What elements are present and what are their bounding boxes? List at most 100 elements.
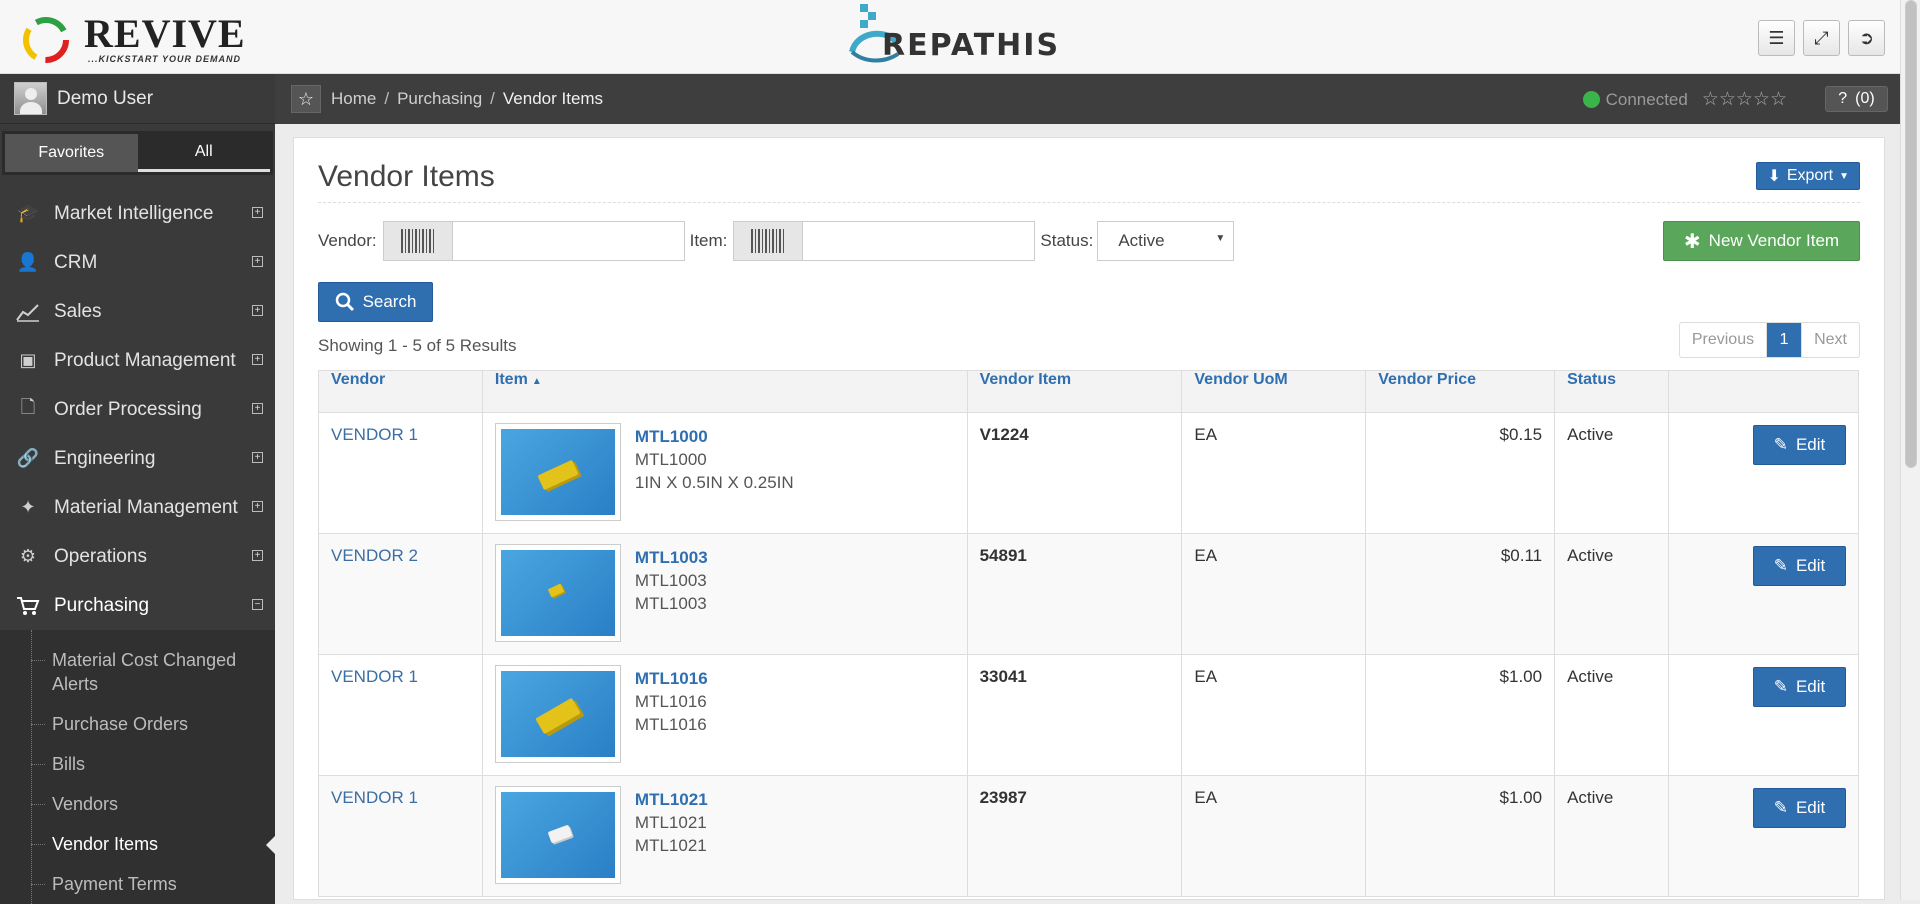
search-icon bbox=[335, 292, 354, 312]
new-vendor-item-button[interactable]: ✱ New Vendor Item bbox=[1663, 221, 1860, 261]
user-profile[interactable]: Demo User bbox=[0, 74, 275, 124]
sidebar-item-material-management[interactable]: ✦ Material Management + bbox=[0, 483, 275, 532]
status-filter-label: Status: bbox=[1040, 231, 1094, 250]
sidebar-item-crm[interactable]: 👤 CRM + bbox=[0, 238, 275, 287]
status-select[interactable]: Active ▼ bbox=[1097, 221, 1235, 261]
logout-button[interactable]: ➲ bbox=[1848, 20, 1885, 56]
vendor-barcode-button[interactable] bbox=[382, 221, 453, 261]
vendor-price: $0.11 bbox=[1500, 546, 1543, 565]
sidebar-item-payment-terms[interactable]: Payment Terms bbox=[0, 864, 275, 904]
item-thumbnail[interactable] bbox=[494, 786, 621, 884]
expand-icon[interactable]: + bbox=[252, 550, 263, 561]
item-barcode-button[interactable] bbox=[733, 221, 804, 261]
asterisk-icon: ✱ bbox=[1683, 230, 1701, 253]
sidebar-item-operations[interactable]: ⚙ Operations + bbox=[0, 532, 275, 581]
caret-down-icon: ▼ bbox=[1215, 233, 1226, 244]
item-name: MTL1000 bbox=[634, 450, 707, 469]
menu-button[interactable]: ☰ bbox=[1758, 20, 1795, 56]
item-filter-label: Item: bbox=[689, 231, 728, 250]
sidebar-item-vendors[interactable]: Vendors bbox=[0, 784, 275, 824]
expand-icon[interactable]: + bbox=[252, 256, 263, 267]
sort-ascending-icon: ▲ bbox=[531, 376, 542, 387]
sidebar-item-sales[interactable]: Sales + bbox=[0, 287, 275, 336]
rating-stars-icon[interactable]: ☆☆☆☆☆ bbox=[1702, 88, 1787, 111]
edit-button[interactable]: ✎ Edit bbox=[1753, 546, 1846, 586]
fullscreen-button[interactable]: ⤢ bbox=[1803, 20, 1840, 56]
edit-button[interactable]: ✎ Edit bbox=[1753, 425, 1846, 465]
item-code-link[interactable]: MTL1016 bbox=[635, 667, 708, 690]
item-thumbnail[interactable] bbox=[494, 665, 621, 763]
edit-button[interactable]: ✎ Edit bbox=[1753, 788, 1846, 828]
item-code-link[interactable]: MTL1021 bbox=[635, 788, 708, 811]
sidebar-item-material-cost-changed-alerts[interactable]: Material Cost Changed Alerts bbox=[0, 640, 275, 704]
sidebar-item-vendor-items[interactable]: Vendor Items bbox=[0, 824, 275, 864]
top-header: REVIVE ...KICKSTART YOUR DEMAND REPATHIS… bbox=[0, 0, 1900, 74]
sidebar-item-purchasing[interactable]: Purchasing − bbox=[0, 581, 275, 630]
page-1-button[interactable]: 1 bbox=[1767, 323, 1802, 357]
page-title: Vendor Items bbox=[318, 160, 495, 193]
sidebar-item-product-management[interactable]: ▣ Product Management + bbox=[0, 336, 275, 385]
vendor-uom: EA bbox=[1194, 425, 1218, 444]
expand-icon[interactable]: + bbox=[252, 305, 263, 316]
search-button[interactable]: Search bbox=[318, 282, 433, 322]
vendor-price: $0.15 bbox=[1499, 425, 1543, 444]
sidebar-item-market-intelligence[interactable]: 🎓 Market Intelligence + bbox=[0, 189, 275, 238]
sidebar-tabs: Favorites All bbox=[2, 131, 273, 175]
previous-page-button[interactable]: Previous bbox=[1680, 323, 1768, 357]
results-count: Showing 1 - 5 of 5 Results bbox=[318, 336, 517, 355]
item-code-link[interactable]: MTL1003 bbox=[635, 546, 708, 569]
column-header-item[interactable]: Item ▲ bbox=[481, 370, 968, 413]
item-input[interactable] bbox=[803, 221, 1036, 261]
column-header-vendor-uom[interactable]: Vendor UoM bbox=[1181, 370, 1367, 413]
column-header-label: Vendor Item bbox=[979, 371, 1072, 388]
line-chart-icon bbox=[14, 301, 42, 323]
item-thumbnail[interactable] bbox=[494, 423, 621, 521]
item-code-link[interactable]: MTL1000 bbox=[635, 425, 794, 448]
vendor-input[interactable] bbox=[452, 221, 685, 261]
item-image bbox=[500, 550, 615, 636]
vendor-link[interactable]: VENDOR 1 bbox=[331, 667, 418, 686]
expand-icon[interactable]: + bbox=[252, 452, 263, 463]
sidebar-item-order-processing[interactable]: 🗋 Order Processing + bbox=[0, 385, 275, 434]
breadcrumb-home[interactable]: Home bbox=[331, 89, 376, 109]
table-row: VENDOR 1 MTL1000 MTL1000 1IN X 0.5IN X 0… bbox=[318, 412, 1859, 534]
expand-icon[interactable]: + bbox=[252, 403, 263, 414]
edit-button[interactable]: ✎ Edit bbox=[1753, 667, 1846, 707]
sidebar-item-engineering[interactable]: 🔗 Engineering + bbox=[0, 434, 275, 483]
help-button[interactable]: ? (0) bbox=[1825, 86, 1888, 112]
favorite-star-button[interactable]: ☆ bbox=[291, 85, 321, 113]
export-button[interactable]: ⬇ Export ▼ bbox=[1756, 162, 1860, 190]
barcode-icon bbox=[400, 229, 435, 253]
expand-icon[interactable]: + bbox=[252, 354, 263, 365]
collapse-icon[interactable]: − bbox=[252, 599, 263, 610]
column-header-label: Item bbox=[494, 371, 528, 388]
vendor-link[interactable]: VENDOR 1 bbox=[331, 425, 418, 444]
page-scrollbar[interactable] bbox=[1900, 0, 1920, 900]
column-header-status[interactable]: Status bbox=[1554, 370, 1670, 413]
item-thumbnail[interactable] bbox=[494, 544, 621, 642]
tab-favorites[interactable]: Favorites bbox=[5, 134, 138, 172]
column-header-vendor[interactable]: Vendor bbox=[318, 370, 483, 413]
column-header-vendor-price[interactable]: Vendor Price bbox=[1365, 370, 1556, 413]
app-logo-text: REPATHIS bbox=[882, 28, 1061, 63]
sidebar-item-purchase-orders[interactable]: Purchase Orders bbox=[0, 704, 275, 744]
pencil-icon: ✎ bbox=[1773, 435, 1788, 454]
expand-icon[interactable]: + bbox=[252, 207, 263, 218]
expand-icon[interactable]: + bbox=[252, 501, 263, 512]
status-dot-icon bbox=[1582, 91, 1600, 108]
cart-icon bbox=[14, 595, 42, 617]
main-panel: Vendor Items ⬇ Export ▼ Vendor: Item: St… bbox=[293, 137, 1885, 900]
column-header-vendor-item[interactable]: Vendor Item bbox=[966, 370, 1183, 413]
scrollbar-thumb[interactable] bbox=[1905, 0, 1917, 468]
pencil-icon: ✎ bbox=[1773, 798, 1788, 817]
vendor-link[interactable]: VENDOR 2 bbox=[331, 546, 418, 565]
breadcrumb-purchasing[interactable]: Purchasing bbox=[397, 89, 482, 109]
next-page-button[interactable]: Next bbox=[1801, 323, 1859, 357]
tab-all[interactable]: All bbox=[137, 134, 270, 172]
status-text: Active bbox=[1567, 667, 1614, 686]
vendor-link[interactable]: VENDOR 1 bbox=[331, 788, 418, 807]
edit-label: Edit bbox=[1795, 798, 1826, 817]
link-icon: 🔗 bbox=[16, 448, 40, 468]
sidebar-item-bills[interactable]: Bills bbox=[0, 744, 275, 784]
files-icon: 🗋 bbox=[20, 396, 36, 417]
